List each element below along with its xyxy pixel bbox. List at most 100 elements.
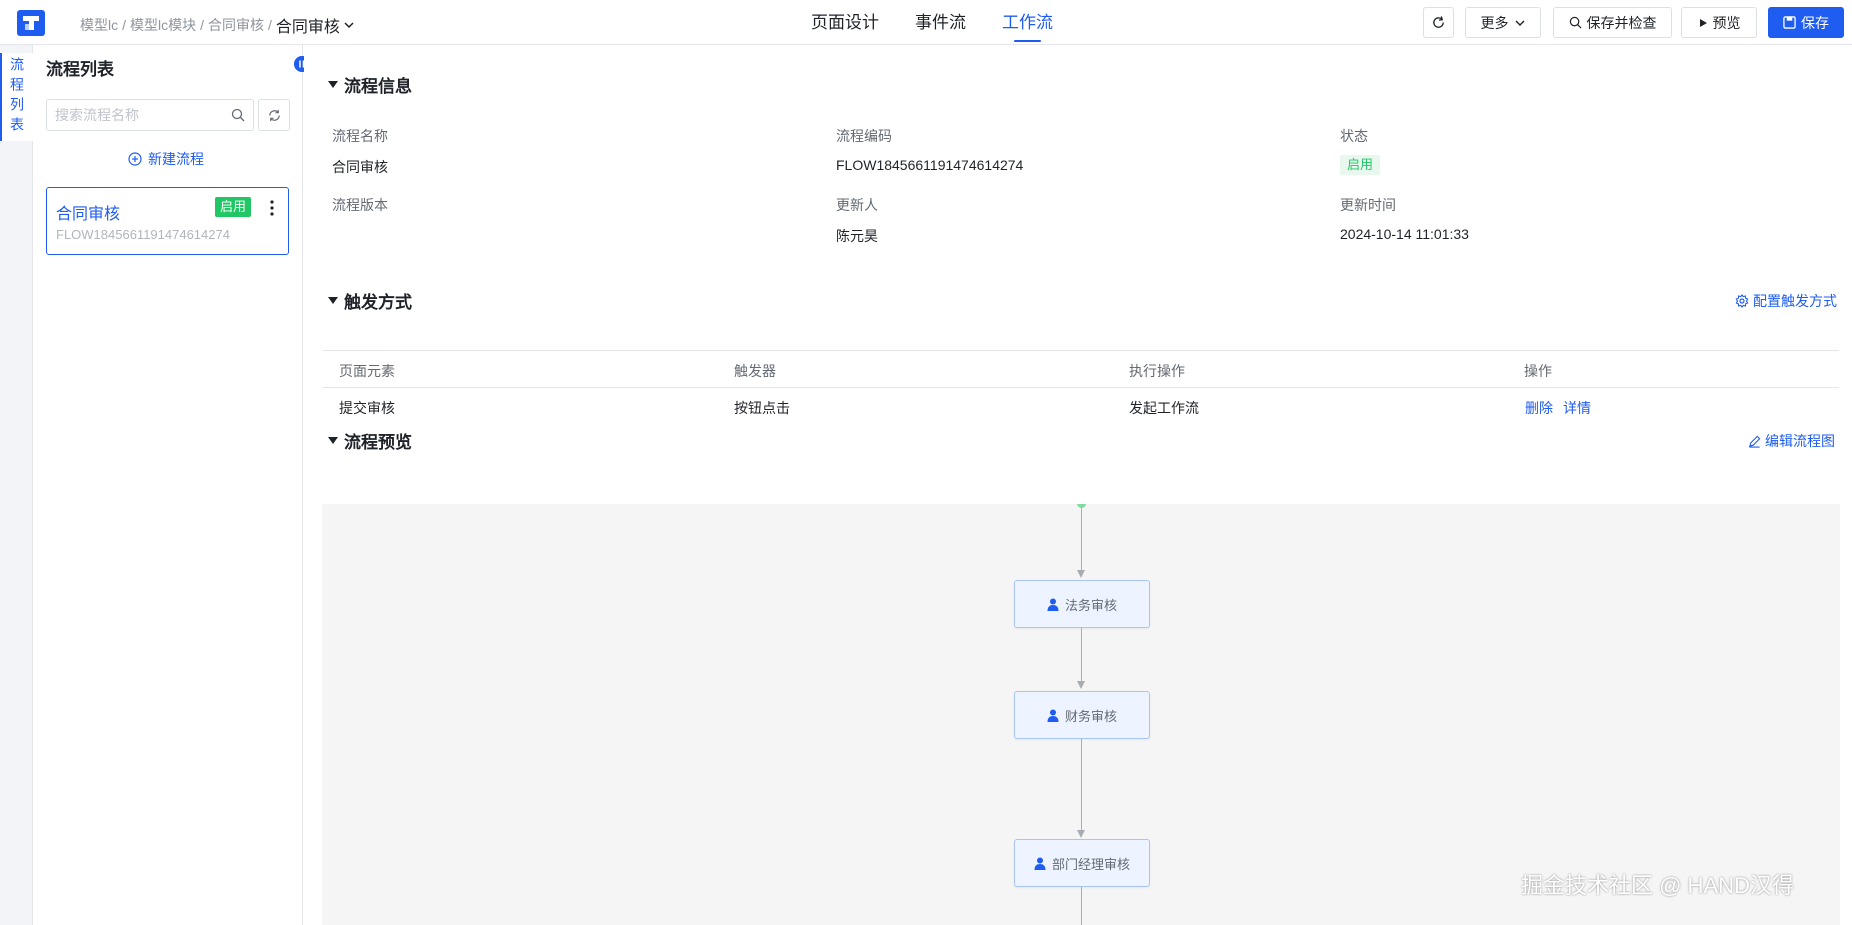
flow-list-item[interactable]: 合同审核 FLOW1845661191474614274 启用 — [46, 187, 289, 255]
caret-down-icon — [328, 437, 338, 444]
user-approver-icon — [1047, 598, 1059, 611]
field-value-flow-code: FLOW1845661191474614274 — [836, 157, 1024, 173]
flow-search-input[interactable] — [55, 100, 225, 130]
column-header: 触发器 — [734, 363, 776, 379]
refresh-icon — [1433, 16, 1444, 28]
more-vertical-icon[interactable] — [269, 199, 275, 217]
table-header: 页面元素 触发器 执行操作 操作 — [323, 350, 1839, 388]
delete-link[interactable]: 删除 — [1525, 398, 1553, 418]
user-approver-icon — [1047, 709, 1059, 722]
top-header: 模型lc / 模型lc模块 / 合同审核 / 合同审核 页面设计 事件流 工作流… — [0, 0, 1852, 45]
field-label: 流程版本 — [332, 197, 388, 213]
app-logo-icon[interactable] — [17, 10, 45, 36]
status-badge: 启用 — [215, 197, 252, 217]
pencil-icon — [1749, 435, 1761, 448]
connector-line — [1081, 887, 1082, 925]
flow-item-code: FLOW1845661191474614274 — [56, 227, 230, 242]
refresh-button[interactable] — [1423, 7, 1454, 38]
flow-node-label: 部门经理审核 — [1051, 856, 1130, 872]
main-tabs: 页面设计 事件流 工作流 — [811, 0, 1089, 45]
user-approver-icon — [1034, 857, 1046, 870]
table-row: 提交审核 按钮点击 发起工作流 删除 详情 — [323, 388, 1839, 426]
breadcrumb-separator: / — [268, 17, 272, 33]
main-content: 流程信息 流程名称 合同审核 流程编码 FLOW1845661191474614… — [304, 45, 1852, 925]
gear-icon — [1735, 294, 1749, 308]
field-label: 流程编码 — [836, 128, 892, 144]
save-and-check-label: 保存并检查 — [1586, 14, 1657, 31]
breadcrumb-item[interactable]: 合同审核 — [208, 15, 264, 35]
config-trigger-link[interactable]: 配置触发方式 — [1735, 291, 1837, 311]
flow-search-box — [46, 99, 254, 131]
flow-list-title: 流程列表 — [46, 60, 114, 79]
cell-page-element: 提交审核 — [339, 400, 395, 416]
edit-flowchart-label: 编辑流程图 — [1765, 433, 1835, 449]
breadcrumb-separator: / — [200, 17, 205, 33]
field-value-flow-name: 合同审核 — [332, 159, 388, 175]
breadcrumb-separator: / — [122, 17, 127, 33]
caret-down-icon — [328, 81, 338, 88]
section-flow-preview[interactable]: 流程预览 — [328, 428, 412, 453]
save-icon — [1783, 16, 1796, 29]
breadcrumb-item[interactable]: 模型lc模块 — [130, 15, 196, 35]
watermark-text: 掘金技术社区 @ HAND汉得 — [1521, 873, 1794, 898]
tab-workflow[interactable]: 工作流 — [1002, 0, 1053, 45]
more-label: 更多 — [1480, 14, 1509, 31]
column-header: 操作 — [1524, 363, 1552, 379]
save-label: 保存 — [1801, 14, 1829, 31]
tab-event-flow[interactable]: 事件流 — [915, 0, 966, 45]
edit-flowchart-link[interactable]: 编辑流程图 — [1748, 431, 1835, 451]
current-page-selector[interactable]: 合同审核 — [276, 13, 340, 37]
cell-trigger: 按钮点击 — [734, 400, 790, 416]
new-flow-button[interactable]: 新建流程 — [128, 149, 204, 169]
field-value-updated-at: 2024-10-14 11:01:33 — [1340, 226, 1469, 242]
flow-node-legal-review[interactable]: 法务审核 — [1014, 580, 1150, 628]
preview-button[interactable]: 预览 — [1681, 7, 1757, 38]
arrow-down-icon — [1077, 830, 1085, 838]
search-check-icon — [1569, 16, 1581, 29]
flow-node-label: 财务审核 — [1064, 708, 1117, 724]
status-badge: 启用 — [1340, 155, 1381, 175]
tab-page-design[interactable]: 页面设计 — [811, 0, 879, 45]
left-rail: 流程列表 — [0, 45, 33, 925]
field-label: 更新时间 — [1340, 197, 1396, 213]
search-icon[interactable] — [231, 108, 245, 122]
save-button[interactable]: 保存 — [1768, 7, 1844, 38]
flow-node-finance-review[interactable]: 财务审核 — [1014, 691, 1150, 739]
more-dropdown-button[interactable]: 更多 — [1465, 7, 1541, 38]
rail-tab-flow-list[interactable]: 流程列表 — [0, 53, 33, 141]
flow-node-manager-review[interactable]: 部门经理审核 — [1014, 839, 1150, 887]
chevron-down-icon[interactable] — [344, 20, 354, 30]
column-header: 页面元素 — [339, 363, 395, 379]
section-title: 流程预览 — [344, 433, 412, 452]
section-title: 流程信息 — [344, 77, 412, 96]
flow-preview-canvas[interactable]: 法务审核 财务审核 部门经理审核 — [322, 504, 1840, 925]
refresh-list-button[interactable] — [258, 99, 290, 131]
arrow-down-icon — [1077, 570, 1085, 578]
connector-line — [1081, 739, 1082, 830]
detail-link[interactable]: 详情 — [1563, 398, 1591, 418]
config-trigger-label: 配置触发方式 — [1753, 293, 1837, 309]
flow-item-name: 合同审核 — [56, 206, 121, 223]
connector-line — [1081, 628, 1082, 681]
section-flow-info[interactable]: 流程信息 — [328, 72, 412, 97]
field-value-updater: 陈元昊 — [836, 228, 878, 244]
connector-line — [1081, 506, 1082, 570]
field-label: 状态 — [1340, 128, 1368, 144]
new-flow-label: 新建流程 — [148, 151, 204, 167]
arrow-down-icon — [1077, 681, 1085, 689]
plus-circle-icon — [128, 152, 142, 166]
flow-node-label: 法务审核 — [1064, 597, 1117, 613]
preview-label: 预览 — [1712, 14, 1741, 31]
cell-action: 发起工作流 — [1129, 400, 1199, 416]
chevron-down-icon — [1515, 20, 1524, 26]
save-and-check-button[interactable]: 保存并检查 — [1553, 7, 1672, 38]
flow-list-panel: 流程列表 新建流程 合同审核 FLOW1845661191474614274 启… — [33, 45, 310, 925]
field-label: 流程名称 — [332, 128, 388, 144]
trigger-table: 页面元素 触发器 执行操作 操作 提交审核 按钮点击 发起工作流 删除 详情 — [323, 350, 1839, 426]
breadcrumb-item[interactable]: 模型lc — [80, 15, 118, 35]
caret-down-icon — [328, 297, 338, 304]
field-label: 更新人 — [836, 197, 878, 213]
section-trigger[interactable]: 触发方式 — [328, 288, 412, 313]
play-icon — [1699, 18, 1707, 27]
column-header: 执行操作 — [1129, 363, 1185, 379]
